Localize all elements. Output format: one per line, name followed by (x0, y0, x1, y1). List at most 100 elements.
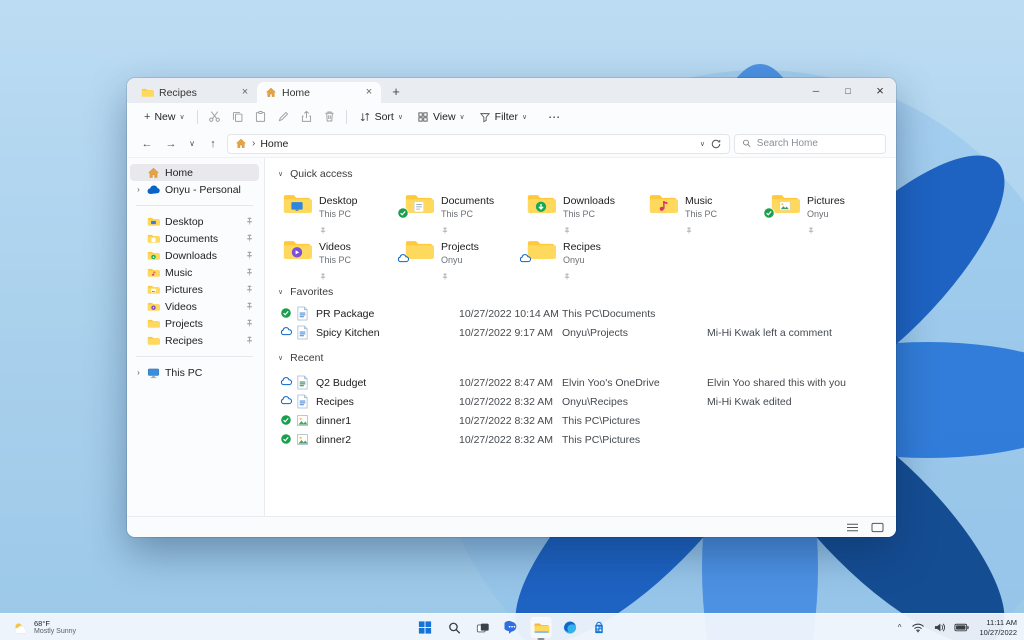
view-button-label: View (432, 110, 456, 123)
file-name: PR Package (316, 307, 375, 320)
back-button[interactable]: ← (137, 138, 157, 150)
wifi-icon[interactable] (911, 622, 925, 633)
sidebar-item-documents[interactable]: Documents (130, 230, 259, 247)
taskbar-weather-widget[interactable]: 68°F Mostly Sunny (7, 614, 81, 640)
microsoft-store-button[interactable] (588, 616, 611, 639)
sort-button[interactable]: Sort ∨ (352, 108, 410, 126)
tile-text: Music This PC (685, 190, 717, 235)
edge-browser-button[interactable] (559, 616, 582, 639)
new-tab-button[interactable]: + (386, 83, 406, 103)
onedrive-cloud-icon (147, 183, 161, 196)
store-bag-icon (595, 621, 603, 634)
file-row-spicy-kitchen[interactable]: Spicy Kitchen 10/27/2022 9:17 AM Onyu\Pr… (278, 323, 896, 342)
history-chevron-button[interactable]: ∨ (185, 139, 199, 148)
address-bar[interactable]: › Home ∨ (227, 133, 730, 154)
clock-date: 10/27/2022 (979, 627, 1017, 637)
chat-button[interactable] (501, 616, 524, 639)
file-row-pr-package[interactable]: PR Package 10/27/2022 10:14 AM This PC\D… (278, 304, 896, 323)
quick-access-tile-desktop[interactable]: Desktop This PC (282, 188, 404, 235)
quick-access-tile-recipes[interactable]: Recipes Onyu (519, 234, 648, 281)
quick-access-tile-projects[interactable]: Projects Onyu (397, 234, 526, 281)
close-button[interactable]: × (864, 78, 896, 103)
quick-access-tile-documents[interactable]: Documents This PC (397, 188, 526, 235)
quick-access-tile-music[interactable]: Music This PC (648, 188, 770, 235)
tile-name: Downloads (563, 195, 615, 207)
sidebar-item-onedrive[interactable]: › Onyu - Personal (130, 181, 259, 198)
sidebar-item-downloads[interactable]: Downloads (130, 247, 259, 264)
maximize-button[interactable]: □ (832, 78, 864, 103)
section-header-recent[interactable]: ∨ Recent (278, 348, 896, 368)
folder-desktop-icon (282, 191, 312, 216)
forward-button[interactable]: → (161, 138, 181, 150)
sidebar-item-desktop[interactable]: Desktop (130, 213, 259, 230)
copy-button[interactable] (226, 107, 249, 126)
search-box[interactable] (734, 133, 886, 154)
section-header-quick-access[interactable]: ∨ Quick access (278, 164, 896, 184)
address-dropdown-icon[interactable]: ∨ (700, 140, 705, 148)
sidebar-item-videos[interactable]: Videos (130, 298, 259, 315)
folder-documents-icon (397, 191, 434, 219)
cloud-status-icon (397, 252, 409, 264)
tab-close-icon[interactable]: × (238, 86, 252, 100)
file-row-q2-budget[interactable]: Q2 Budget 10/27/2022 8:47 AM Elvin Yoo's… (278, 373, 896, 392)
filter-button[interactable]: Filter ∨ (472, 108, 534, 126)
file-explorer-button[interactable] (529, 616, 553, 640)
battery-icon[interactable] (954, 623, 970, 632)
sidebar-item-recipes[interactable]: Recipes (130, 332, 259, 349)
tab-home[interactable]: Home × (257, 82, 381, 103)
cut-button[interactable] (203, 107, 226, 126)
quick-access-tile-pictures[interactable]: Pictures Onyu (763, 188, 892, 235)
sidebar-item-home[interactable]: Home (130, 164, 259, 181)
home-icon (266, 87, 276, 97)
tile-location: This PC (319, 209, 352, 220)
tray-expand-chevron[interactable]: ^ (896, 623, 904, 632)
share-button[interactable] (295, 107, 318, 126)
file-row-dinner2[interactable]: dinner2 10/27/2022 8:32 AM This PC\Pictu… (278, 430, 896, 449)
cloud-status-icon (519, 252, 531, 264)
new-button[interactable]: + New ∨ (137, 108, 192, 126)
tab-close-icon[interactable]: × (362, 86, 376, 100)
delete-button[interactable] (318, 107, 341, 126)
quick-access-tile-downloads[interactable]: Downloads This PC (526, 188, 648, 235)
weather-sun-cloud-icon (14, 622, 27, 634)
section-header-favorites[interactable]: ∨ Favorites (278, 282, 896, 302)
file-name: Q2 Budget (316, 376, 367, 389)
sidebar-item-projects[interactable]: Projects (130, 315, 259, 332)
file-activity: Elvin Yoo shared this with you (707, 376, 846, 389)
breadcrumb-home[interactable]: Home (260, 138, 288, 150)
search-input[interactable] (756, 138, 878, 149)
excel-document-icon (296, 375, 309, 390)
sidebar-item-pictures[interactable]: Pictures (130, 281, 259, 298)
task-view-button[interactable] (472, 616, 495, 639)
sidebar-item-this-pc[interactable]: › This PC (130, 364, 259, 381)
tab-bar: Recipes × Home × + ─ □ × (127, 78, 896, 103)
volume-icon[interactable] (933, 622, 946, 633)
tile-name: Documents (441, 195, 495, 207)
start-button[interactable] (414, 616, 437, 639)
quick-access-tile-videos[interactable]: Videos This PC (282, 234, 404, 281)
view-button[interactable]: View ∨ (410, 108, 472, 126)
chevron-right-icon[interactable]: › (134, 185, 143, 194)
see-more-button[interactable]: ⋯ (542, 110, 566, 124)
paste-button[interactable] (249, 107, 272, 126)
taskbar-clock[interactable]: 11:11 AM 10/27/2022 (977, 618, 1017, 638)
rename-button[interactable] (272, 107, 295, 126)
refresh-icon[interactable] (710, 138, 722, 150)
details-view-button[interactable] (846, 522, 859, 533)
large-thumbnails-view-button[interactable] (871, 522, 884, 533)
taskbar-search-button[interactable] (443, 616, 466, 639)
minimize-button[interactable]: ─ (800, 78, 832, 103)
chevron-right-icon[interactable]: › (134, 368, 143, 377)
search-icon (448, 622, 460, 634)
breadcrumb-separator-icon: › (252, 138, 256, 149)
file-row-recipes-doc[interactable]: Recipes 10/27/2022 8:32 AM Onyu\Recipes … (278, 392, 896, 411)
tile-text: Documents This PC (441, 190, 495, 235)
up-button[interactable]: ↑ (203, 138, 223, 150)
file-row-dinner1[interactable]: dinner1 10/27/2022 8:32 AM This PC\Pictu… (278, 411, 896, 430)
recent-list: Q2 Budget 10/27/2022 8:47 AM Elvin Yoo's… (278, 373, 896, 449)
tab-recipes[interactable]: Recipes × (133, 82, 257, 103)
chevron-down-icon: ∨ (397, 113, 403, 121)
tile-name: Videos (319, 241, 351, 253)
sidebar-item-music[interactable]: Music (130, 264, 259, 281)
pin-icon (319, 221, 358, 235)
